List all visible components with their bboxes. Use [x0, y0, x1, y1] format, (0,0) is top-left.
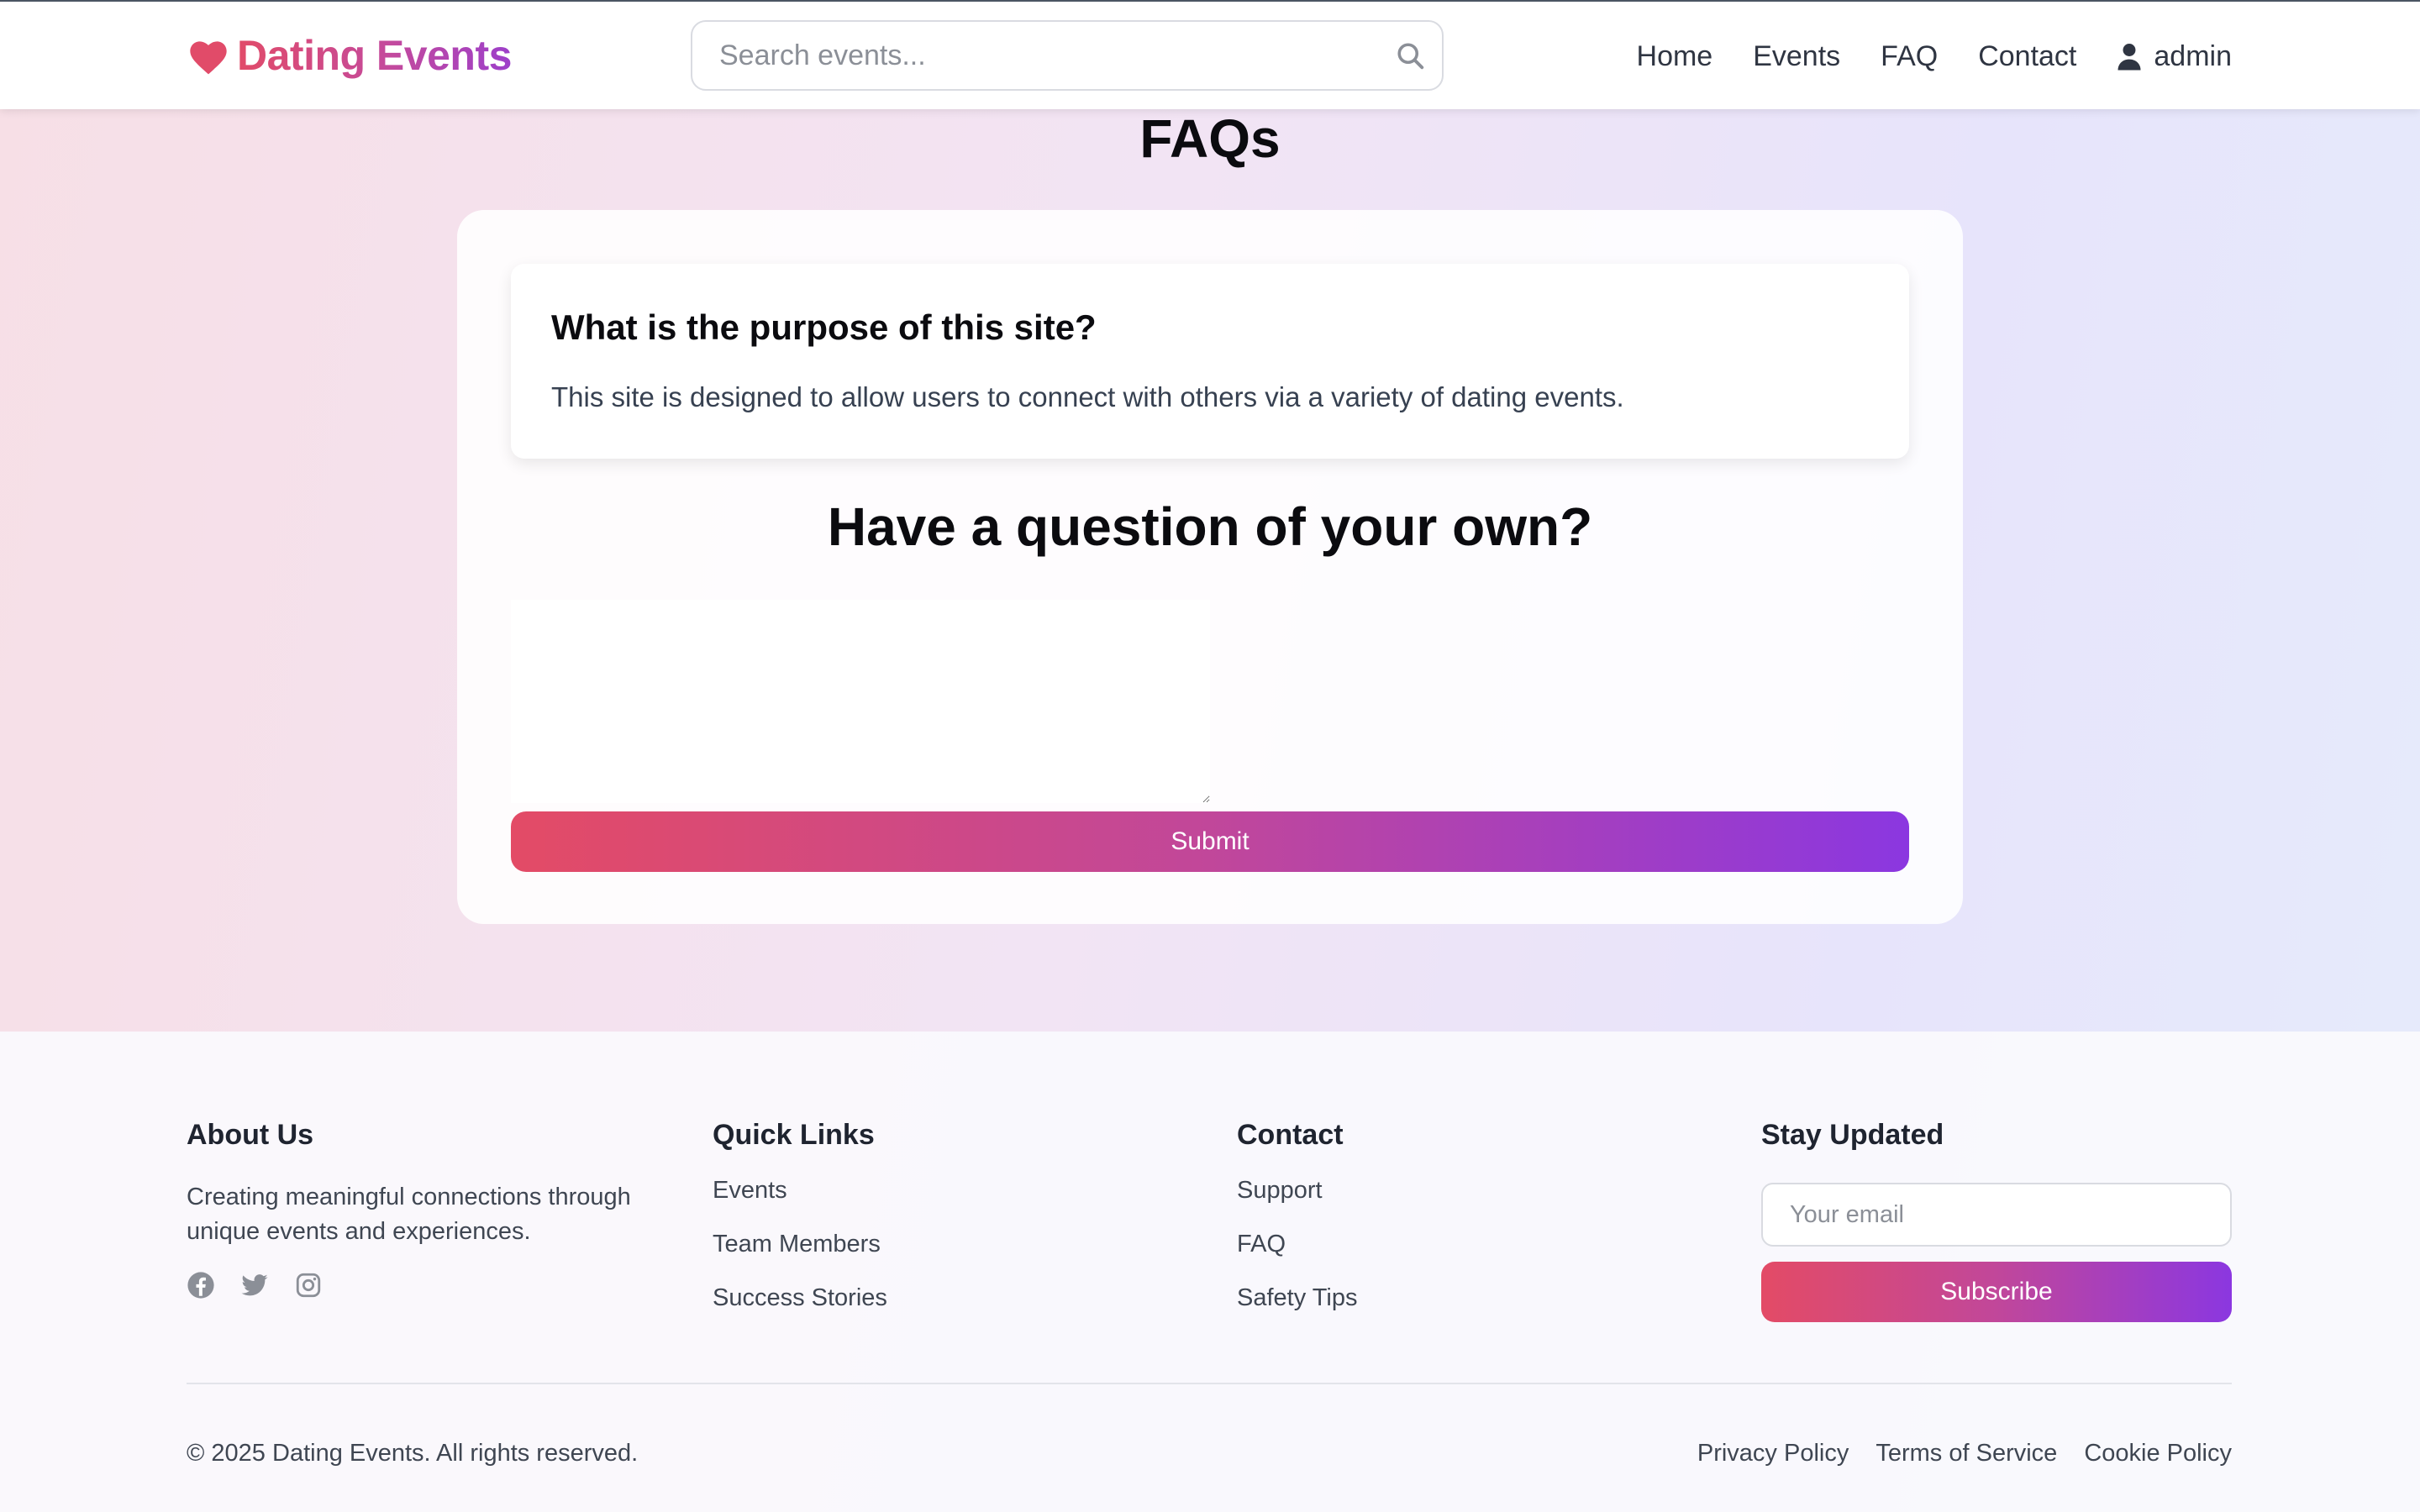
question-textarea[interactable]	[511, 600, 1210, 803]
nav-contact-link[interactable]: Contact	[1978, 40, 2076, 73]
site-footer: About Us Creating meaningful connections…	[0, 1032, 2420, 1512]
username-label: admin	[2154, 39, 2232, 72]
contact-links-list: Support FAQ Safety Tips	[1237, 1173, 1357, 1335]
privacy-policy-link[interactable]: Privacy Policy	[1697, 1440, 1849, 1467]
copyright-text: © 2025 Dating Events. All rights reserve…	[187, 1440, 639, 1467]
footer-contact: Contact Support FAQ Safety Tips	[1237, 1119, 1357, 1335]
nav-events-link[interactable]: Events	[1753, 40, 1840, 73]
footer-newsletter: Stay Updated Subscribe	[1761, 1119, 2232, 1337]
faq-answer: This site is designed to allow users to …	[551, 381, 1624, 412]
footer-link-safety-tips[interactable]: Safety Tips	[1237, 1281, 1357, 1335]
footer-about-heading: About Us	[187, 1119, 314, 1151]
footer-link-support[interactable]: Support	[1237, 1173, 1357, 1227]
footer-quick-links: Quick Links Events Team Members Success …	[713, 1119, 887, 1335]
footer-link-events[interactable]: Events	[713, 1173, 887, 1227]
submit-button[interactable]: Submit	[511, 811, 1909, 872]
ask-question-heading: Have a question of your own?	[827, 496, 1593, 557]
nav-home-link[interactable]: Home	[1637, 40, 1713, 73]
page-title: FAQs	[1139, 108, 1281, 169]
faq-card: What is the purpose of this site? This s…	[511, 264, 1909, 459]
footer-quick-links-heading: Quick Links	[713, 1119, 875, 1151]
main-nav: Home Events FAQ Contact admin	[1637, 30, 2232, 82]
subscribe-button[interactable]: Subscribe	[1761, 1262, 2232, 1322]
footer-link-faq[interactable]: FAQ	[1237, 1227, 1357, 1281]
user-icon	[2118, 44, 2141, 71]
footer-about: About Us Creating meaningful connections…	[187, 1119, 657, 1299]
footer-divider	[187, 1383, 2232, 1384]
twitter-icon[interactable]	[240, 1271, 269, 1299]
facebook-icon[interactable]	[187, 1271, 215, 1299]
brand-logo[interactable]: Dating Events	[187, 30, 512, 81]
heart-icon	[190, 41, 227, 75]
footer-link-success-stories[interactable]: Success Stories	[713, 1281, 887, 1335]
brand-name: Dating Events	[237, 32, 512, 79]
footer-contact-heading: Contact	[1237, 1119, 1344, 1151]
quick-links-list: Events Team Members Success Stories	[713, 1173, 887, 1335]
newsletter-email-input[interactable]	[1761, 1183, 2232, 1247]
top-navbar: Dating Events Home Events FAQ Contact ad…	[0, 0, 2420, 109]
footer-link-team-members[interactable]: Team Members	[713, 1227, 887, 1281]
search-bar	[691, 20, 1444, 91]
faq-panel: What is the purpose of this site? This s…	[457, 210, 1963, 924]
search-input[interactable]	[719, 22, 1375, 89]
faq-question: What is the purpose of this site?	[551, 307, 1097, 347]
social-links	[187, 1271, 657, 1299]
cookie-policy-link[interactable]: Cookie Policy	[2084, 1440, 2232, 1467]
user-menu[interactable]: admin	[2117, 40, 2232, 73]
terms-of-service-link[interactable]: Terms of Service	[1876, 1440, 2057, 1467]
footer-about-text: Creating meaningful connections through …	[187, 1184, 631, 1245]
footer-newsletter-heading: Stay Updated	[1761, 1119, 1944, 1151]
legal-links: Privacy Policy Terms of Service Cookie P…	[1697, 1440, 2232, 1467]
nav-faq-link[interactable]: FAQ	[1881, 40, 1938, 73]
search-icon[interactable]	[1395, 40, 1425, 71]
instagram-icon[interactable]	[294, 1271, 323, 1299]
